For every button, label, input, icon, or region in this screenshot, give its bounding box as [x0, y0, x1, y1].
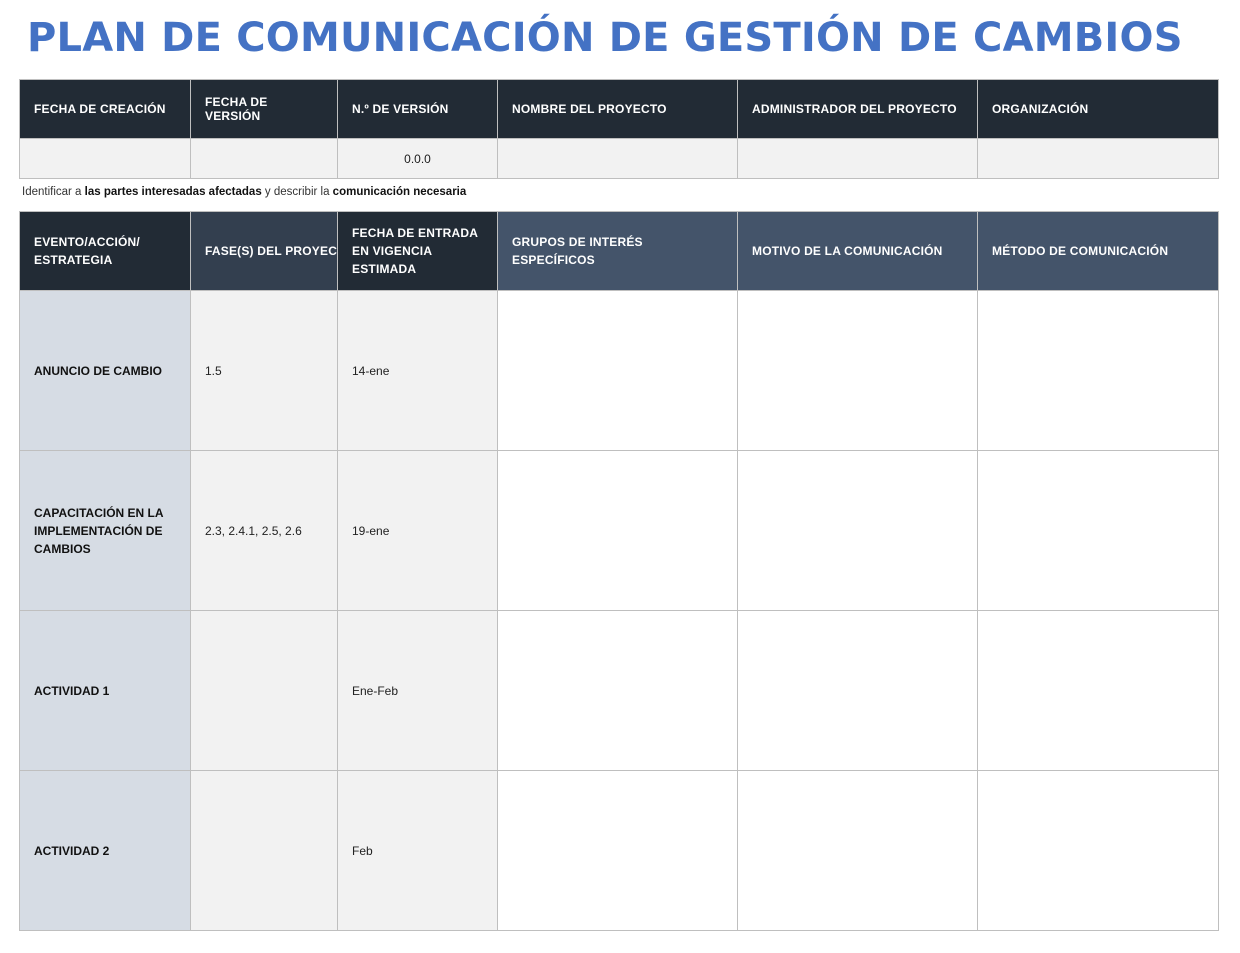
- project-info-header-row: FECHA DE CREACIÓN FECHA DE VERSIÓN N.º D…: [19, 79, 1219, 139]
- event-cell[interactable]: ACTIVIDAD 2: [19, 770, 191, 931]
- header-project-manager: ADMINISTRADOR DEL PROYECTO: [737, 79, 978, 139]
- project-info-table: FECHA DE CREACIÓN FECHA DE VERSIÓN N.º D…: [19, 79, 1219, 179]
- header-project-name: NOMBRE DEL PROYECTO: [497, 79, 738, 139]
- table-row: CAPACITACIÓN EN LA IMPLEMENTACIÓN DE CAM…: [19, 450, 1219, 611]
- project-name-cell[interactable]: [497, 138, 738, 179]
- instruction-bold-1: las partes interesadas afectadas: [84, 186, 262, 198]
- header-creation-date: FECHA DE CREACIÓN: [19, 79, 191, 139]
- header-event-action-strategy: EVENTO/ACCIÓN/ ESTRATEGIA: [19, 211, 191, 291]
- table-row: ACTIVIDAD 2 Feb: [19, 770, 1219, 931]
- instruction-part-1: Identificar a: [22, 186, 85, 198]
- version-date-cell[interactable]: [190, 138, 338, 179]
- reason-cell[interactable]: [737, 450, 978, 611]
- header-stakeholder-groups: GRUPOS DE INTERÉS ESPECÍFICOS: [497, 211, 738, 291]
- organization-cell[interactable]: [977, 138, 1219, 179]
- header-communication-method: MÉTODO DE COMUNICACIÓN: [977, 211, 1219, 291]
- plan-header-row: EVENTO/ACCIÓN/ ESTRATEGIA FASE(S) DEL PR…: [19, 211, 1219, 291]
- date-cell[interactable]: 19-ene: [337, 450, 498, 611]
- header-communication-reason: MOTIVO DE LA COMUNICACIÓN: [737, 211, 978, 291]
- table-row: ANUNCIO DE CAMBIO 1.5 14-ene: [19, 290, 1219, 451]
- header-project-phases: FASE(S) DEL PROYECTO: [190, 211, 338, 291]
- date-cell[interactable]: Ene-Feb: [337, 610, 498, 771]
- table-row: ACTIVIDAD 1 Ene-Feb: [19, 610, 1219, 771]
- method-cell[interactable]: [977, 610, 1219, 771]
- header-organization: ORGANIZACIÓN: [977, 79, 1219, 139]
- groups-cell[interactable]: [497, 610, 738, 771]
- date-cell[interactable]: Feb: [337, 770, 498, 931]
- instruction-part-2: y describir la: [261, 186, 333, 198]
- instruction-bold-2: comunicación necesaria: [332, 186, 467, 198]
- reason-cell[interactable]: [737, 770, 978, 931]
- reason-cell[interactable]: [737, 610, 978, 771]
- groups-cell[interactable]: [497, 770, 738, 931]
- event-cell[interactable]: CAPACITACIÓN EN LA IMPLEMENTACIÓN DE CAM…: [19, 450, 191, 611]
- version-number-cell[interactable]: 0.0.0: [337, 138, 498, 179]
- instruction-text: Identificar a las partes interesadas afe…: [22, 186, 466, 198]
- reason-cell[interactable]: [737, 290, 978, 451]
- page-title: PLAN DE COMUNICACIÓN DE GESTIÓN DE CAMBI…: [27, 15, 1183, 61]
- phase-cell[interactable]: [190, 610, 338, 771]
- creation-date-cell[interactable]: [19, 138, 191, 179]
- header-version-date: FECHA DE VERSIÓN: [190, 79, 338, 139]
- phase-cell[interactable]: 1.5: [190, 290, 338, 451]
- method-cell[interactable]: [977, 770, 1219, 931]
- event-cell[interactable]: ANUNCIO DE CAMBIO: [19, 290, 191, 451]
- groups-cell[interactable]: [497, 450, 738, 611]
- phase-cell[interactable]: [190, 770, 338, 931]
- method-cell[interactable]: [977, 290, 1219, 451]
- project-info-value-row: 0.0.0: [19, 138, 1219, 179]
- event-cell[interactable]: ACTIVIDAD 1: [19, 610, 191, 771]
- date-cell[interactable]: 14-ene: [337, 290, 498, 451]
- header-effective-date: FECHA DE ENTRADA EN VIGENCIA ESTIMADA: [337, 211, 498, 291]
- header-version-number: N.º DE VERSIÓN: [337, 79, 498, 139]
- groups-cell[interactable]: [497, 290, 738, 451]
- communication-plan-table: EVENTO/ACCIÓN/ ESTRATEGIA FASE(S) DEL PR…: [19, 211, 1219, 931]
- project-manager-cell[interactable]: [737, 138, 978, 179]
- method-cell[interactable]: [977, 450, 1219, 611]
- phase-cell[interactable]: 2.3, 2.4.1, 2.5, 2.6: [190, 450, 338, 611]
